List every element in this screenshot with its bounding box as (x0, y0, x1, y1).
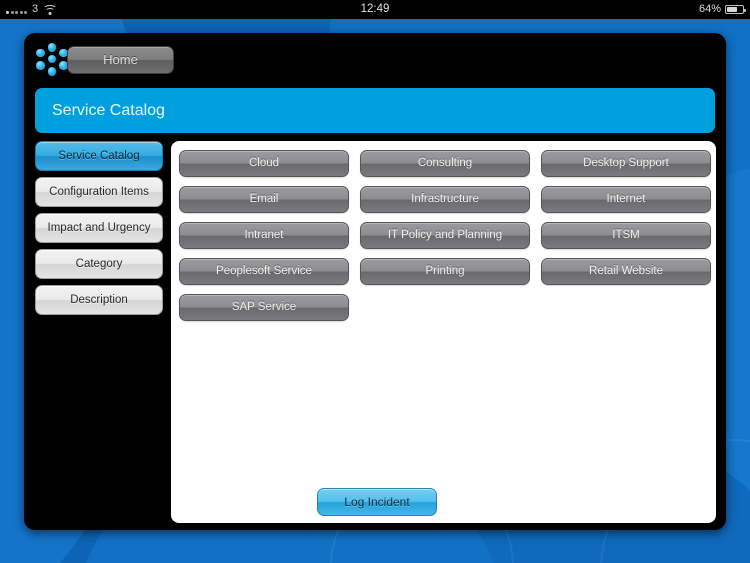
catalog-item-consulting[interactable]: Consulting (360, 150, 530, 177)
status-bar-right: 64% (698, 0, 746, 19)
content-panel: Cloud Consulting Desktop Support Email I… (171, 141, 716, 523)
catalog-item-peoplesoft-service[interactable]: Peoplesoft Service (179, 258, 349, 285)
catalog-item-sap-service[interactable]: SAP Service (179, 294, 349, 321)
battery-percent-label: 64% (698, 3, 721, 15)
sidebar-item-impact-and-urgency[interactable]: Impact and Urgency (35, 213, 163, 243)
catalog-item-desktop-support[interactable]: Desktop Support (541, 150, 711, 177)
home-button[interactable]: Home (67, 46, 174, 74)
catalog-item-infrastructure[interactable]: Infrastructure (360, 186, 530, 213)
catalog-item-intranet[interactable]: Intranet (179, 222, 349, 249)
catalog-item-email[interactable]: Email (179, 186, 349, 213)
sidebar-item-category[interactable]: Category (35, 249, 163, 279)
sidebar-item-service-catalog[interactable]: Service Catalog (35, 141, 163, 171)
battery-icon (725, 5, 746, 14)
servicenow-dots-logo-icon (34, 43, 70, 77)
app-header: Home (24, 33, 726, 85)
device-screen: 3 12:49 64% Home Service Catalog Service… (0, 0, 750, 563)
catalog-item-itsm[interactable]: ITSM (541, 222, 711, 249)
catalog-grid: Cloud Consulting Desktop Support Email I… (179, 150, 711, 321)
sidebar-item-configuration-items[interactable]: Configuration Items (35, 177, 163, 207)
catalog-item-cloud[interactable]: Cloud (179, 150, 349, 177)
catalog-item-retail-website[interactable]: Retail Website (541, 258, 711, 285)
catalog-item-internet[interactable]: Internet (541, 186, 711, 213)
sidebar-nav: Service Catalog Configuration Items Impa… (35, 141, 163, 321)
sidebar-item-description[interactable]: Description (35, 285, 163, 315)
catalog-item-printing[interactable]: Printing (360, 258, 530, 285)
status-bar: 3 12:49 64% (0, 0, 750, 19)
app-window: Home Service Catalog Service Catalog Con… (24, 33, 726, 530)
catalog-item-it-policy-and-planning[interactable]: IT Policy and Planning (360, 222, 530, 249)
status-bar-clock: 12:49 (360, 3, 390, 15)
page-title: Service Catalog (35, 88, 715, 133)
log-incident-button[interactable]: Log Incident (317, 488, 437, 516)
